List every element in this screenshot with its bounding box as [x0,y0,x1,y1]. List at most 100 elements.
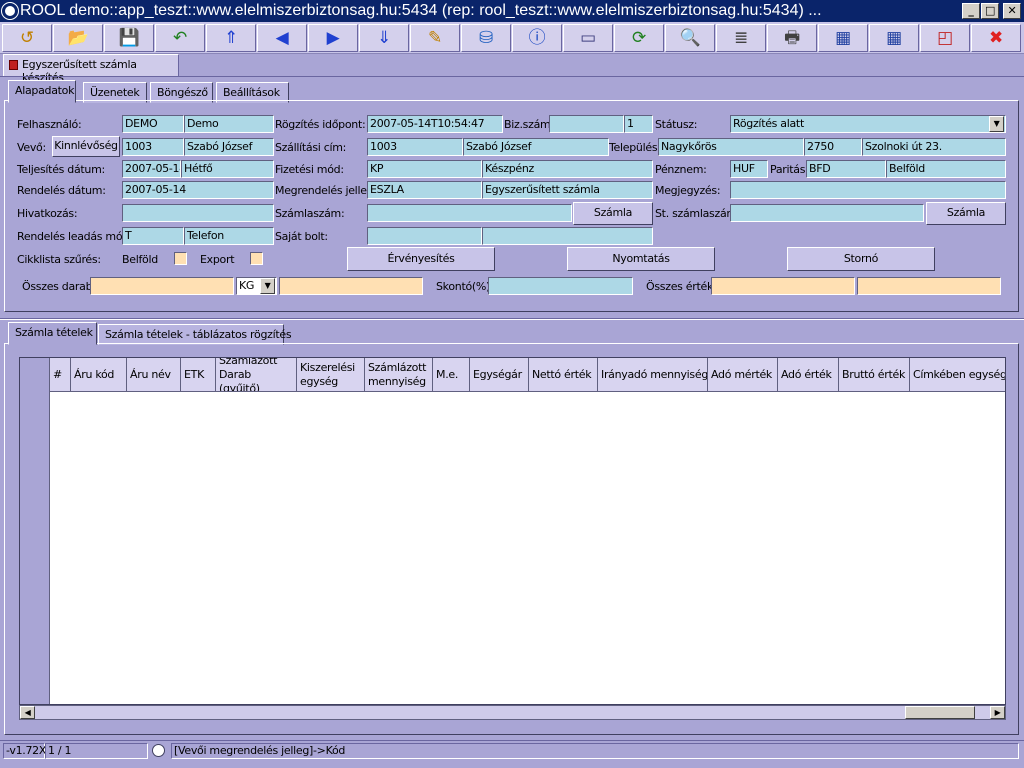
belfold-checkbox[interactable] [174,252,187,265]
osszes-darab-field[interactable] [90,277,234,295]
paritas-name-field[interactable]: Belföld [886,160,1006,178]
storno-button[interactable]: Stornó [787,247,935,271]
szamla-button[interactable]: Számla [573,202,653,225]
iranyitoszam-field[interactable]: 2750 [804,138,862,156]
penznem-field[interactable]: HUF [730,160,768,178]
open-folder-icon[interactable]: 📂 [53,24,103,52]
search-icon[interactable]: 🔍 [665,24,715,52]
column-header-ado-ertek[interactable]: Adó érték [778,358,839,392]
column-header-aru-kod[interactable]: Áru kód [71,358,127,392]
column-header-egysegar[interactable]: Egységár [470,358,529,392]
undo-icon[interactable]: ↶ [155,24,205,52]
column-header-kiszerelesi-egyseg[interactable]: Kiszerelési egység [297,358,365,392]
last-record-icon[interactable]: ⇓ [359,24,409,52]
column-header-cimkeben-egysegar[interactable]: Címkében egységár [910,358,1005,392]
refresh-icon[interactable]: ↺ [2,24,52,52]
unit-dropdown-icon[interactable]: ▼ [260,278,275,294]
rogzites-idopont-field[interactable]: 2007-05-14T10:54:47 [367,115,503,133]
tab-szamla-tetelek[interactable]: Számla tételek [8,322,97,345]
status-radio-icon[interactable] [152,744,165,757]
next-record-icon[interactable]: ▶ [308,24,358,52]
fizetesi-mod-name-field[interactable]: Készpénz [482,160,653,178]
hivatkozas-field[interactable] [122,204,274,222]
user-name-field[interactable]: Demo [184,115,274,133]
first-record-icon[interactable]: ⇑ [206,24,256,52]
user-code-field[interactable]: DEMO [122,115,184,133]
tab-alapadatok[interactable]: Alapadatok [8,80,76,103]
scroll-right-icon[interactable]: ▶ [990,706,1005,719]
edit-icon[interactable]: ✎ [410,24,460,52]
fullscreen-icon[interactable]: ◰ [920,24,970,52]
teljesites-datum-field[interactable]: 2007-05-14 [122,160,181,178]
cim-field[interactable]: Szolnoki út 23. [862,138,1006,156]
column-header-ado-mertek[interactable]: Adó mérték [708,358,778,392]
sajat-bolt-code-field[interactable] [367,227,482,245]
scroll-thumb[interactable] [905,706,975,719]
tab-szamla-tetelek-tablazatos[interactable]: Számla tételek - táblázatos rögzítés [98,324,292,345]
maximize-button[interactable]: □ [981,3,999,19]
print-icon[interactable]: 🖶 [767,24,817,52]
megjegyzes-field[interactable] [730,181,1006,199]
horizontal-scrollbar[interactable]: ◀ ▶ [19,705,1006,720]
statusz-label: Státusz: [655,118,698,131]
skonto-field[interactable] [488,277,633,295]
close-window-button[interactable]: ✕ [1003,3,1021,19]
vevo-name-field[interactable]: Szabó József [184,138,274,156]
st-szamla-button[interactable]: Számla [926,202,1006,225]
scroll-left-icon[interactable]: ◀ [20,706,35,719]
sajat-bolt-name-field[interactable] [482,227,653,245]
table-import-icon[interactable]: ▦ [869,24,919,52]
telepules-field[interactable]: Nagykőrös [658,138,804,156]
reload-icon[interactable]: ⟳ [614,24,664,52]
column-header-netto-ertek[interactable]: Nettó érték [529,358,598,392]
column-header-szamlazott-mennyiseg[interactable]: Számlázott mennyiség [365,358,433,392]
szallitasi-code-field[interactable]: 1003 [367,138,463,156]
column-header-iranyado-mennyiseg[interactable]: Irányadó mennyiség [598,358,708,392]
minimize-button[interactable]: _ [962,3,980,19]
form-view-icon[interactable]: ▭ [563,24,613,52]
ervenyesites-button[interactable]: Érvényesítés [347,247,495,271]
osszes-ertek-label: Összes érték: [646,280,717,293]
kinnlevoseg-button[interactable]: Kinnlévőség [52,136,120,157]
rendeles-datum-field[interactable]: 2007-05-14 [122,181,274,199]
items-grid[interactable]: # Áru kód Áru név ETK Számlázott Darab (… [19,357,1006,705]
teljesites-nap-field[interactable]: Hétfő [181,160,274,178]
szamlaszam-field[interactable] [367,204,572,222]
leadas-mod-code-field[interactable]: T [122,227,184,245]
nyomtatas-button[interactable]: Nyomtatás [567,247,715,271]
status-message: [Vevői megrendelés jelleg]->Kód [171,743,1019,759]
paritas-code-field[interactable]: BFD [806,160,886,178]
osszes-darab-label: Összes darab: [22,280,96,293]
szallitasi-name-field[interactable]: Szabó József [463,138,609,156]
column-header-brutto-ertek[interactable]: Bruttó érték [839,358,910,392]
column-header-index[interactable]: # [50,358,71,392]
st-szamlaszam-field[interactable] [730,204,924,222]
table-export-icon[interactable]: ▦ [818,24,868,52]
osszes-darab-field-2[interactable] [279,277,423,295]
vevo-code-field[interactable]: 1003 [122,138,184,156]
export-checkbox[interactable] [250,252,263,265]
exit-icon[interactable]: ✖ [971,24,1021,52]
osszes-ertek-field[interactable] [711,277,855,295]
megrendeles-jelleg-code-field[interactable]: ESZLA [367,181,482,199]
previous-record-icon[interactable]: ◀ [257,24,307,52]
biz-szam-index-field[interactable]: 1 [624,115,653,133]
megrendeles-jelleg-name-field[interactable]: Egyszerűsített számla [482,181,653,199]
save-icon[interactable]: 💾 [104,24,154,52]
database-icon[interactable]: ⛁ [461,24,511,52]
leadas-mod-name-field[interactable]: Telefon [184,227,274,245]
szamlaszam-label: Számlaszám: [275,207,345,220]
column-header-me[interactable]: M.e. [433,358,470,392]
column-header-etk[interactable]: ETK [181,358,216,392]
column-header-aru-nev[interactable]: Áru név [127,358,181,392]
column-header-szamlazott-darab[interactable]: Számlázott Darab (gyűjtő) [216,358,297,392]
info-icon[interactable]: ⓘ [512,24,562,52]
statusz-dropdown-icon[interactable]: ▼ [989,116,1004,132]
list-view-icon[interactable]: ≣ [716,24,766,52]
status-version: -v1.72X [3,743,46,759]
form-tab[interactable]: Egyszerűsített számla készítés [3,54,179,84]
statusz-select[interactable]: Rögzítés alatt [730,115,1006,133]
fizetesi-mod-code-field[interactable]: KP [367,160,482,178]
biz-szam-field[interactable] [549,115,624,133]
osszes-ertek-field-2[interactable] [857,277,1001,295]
